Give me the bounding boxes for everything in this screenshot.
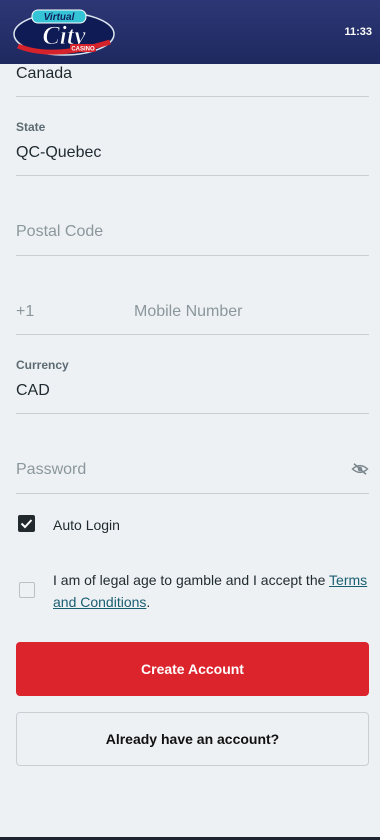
password-placeholder: Password: [16, 461, 87, 478]
currency-field[interactable]: Currency CAD: [16, 352, 369, 414]
registration-form: Canada State QC-Quebec Postal Code +1 Mo…: [0, 64, 380, 840]
auto-login-label: Auto Login: [53, 517, 120, 533]
app-header: Virtual City CASINO 11:33: [0, 0, 380, 64]
currency-label: Currency: [16, 358, 69, 372]
mobile-country-code[interactable]: +1: [16, 303, 34, 321]
state-label: State: [16, 120, 46, 134]
state-value: QC-Quebec: [16, 144, 102, 161]
logo-text-casino: CASINO: [71, 47, 95, 53]
virtual-city-casino-logo[interactable]: Virtual City CASINO: [12, 6, 122, 58]
check-icon: [20, 519, 33, 529]
postal-code-placeholder: Postal Code: [16, 223, 104, 240]
state-field[interactable]: State QC-Quebec: [16, 114, 369, 176]
auto-login-checkbox[interactable]: [18, 515, 35, 532]
terms-link-part2[interactable]: and Conditions: [53, 594, 146, 610]
already-have-account-button[interactable]: Already have an account?: [16, 712, 369, 766]
mobile-number-placeholder: Mobile Number: [134, 303, 243, 320]
password-field[interactable]: Password: [16, 432, 369, 494]
terms-link-part1[interactable]: Terms: [329, 572, 367, 588]
legal-age-label: I am of legal age to gamble and I accept…: [53, 569, 369, 613]
country-field[interactable]: Canada: [16, 64, 369, 97]
legal-age-checkbox[interactable]: [19, 582, 35, 598]
mobile-field[interactable]: +1 Mobile Number: [16, 274, 369, 335]
currency-value: CAD: [16, 382, 50, 399]
eye-off-icon[interactable]: [351, 462, 369, 476]
create-account-button[interactable]: Create Account: [16, 642, 369, 696]
legal-age-text: I am of legal age to gamble and I accept…: [53, 572, 330, 588]
postal-code-field[interactable]: Postal Code: [16, 194, 369, 256]
country-value: Canada: [16, 65, 73, 82]
clock-time: 11:33: [344, 26, 372, 38]
legal-suffix: .: [146, 594, 151, 610]
